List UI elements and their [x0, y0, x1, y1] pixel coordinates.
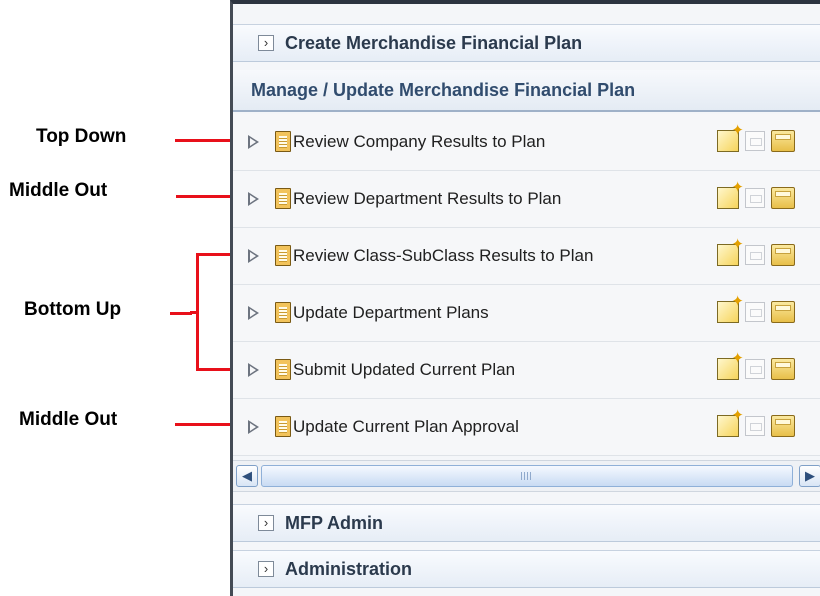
- task-row[interactable]: Update Current Plan Approval: [233, 399, 820, 456]
- open-folder-icon[interactable]: [771, 130, 795, 152]
- annotation-line-bottom-up: [170, 312, 192, 315]
- task-row[interactable]: Update Department Plans: [233, 285, 820, 342]
- task-document-icon: [275, 416, 291, 437]
- new-workbook-icon[interactable]: [717, 349, 744, 380]
- open-folder-icon[interactable]: [771, 187, 795, 209]
- accordion-mfp-admin-label: MFP Admin: [285, 513, 383, 533]
- scroll-left-button[interactable]: ◀: [236, 465, 258, 487]
- task-panel: › Create Merchandise Financial Plan Mana…: [230, 0, 820, 596]
- open-folder-icon[interactable]: [771, 415, 795, 437]
- horizontal-scrollbar[interactable]: ◀ ▶: [233, 460, 820, 492]
- annotation-line-middle-out-1: [176, 195, 233, 198]
- open-folder-icon[interactable]: [771, 244, 795, 266]
- open-folder-icon[interactable]: [771, 358, 795, 380]
- accordion-create-plan[interactable]: › Create Merchandise Financial Plan: [233, 24, 820, 62]
- bracket-bottom-up-bottom: [196, 368, 233, 371]
- task-label[interactable]: Review Company Results to Plan: [293, 132, 545, 152]
- accordion-administration[interactable]: › Administration: [233, 550, 820, 588]
- blank-page-icon[interactable]: [745, 302, 765, 322]
- section-title: Manage / Update Merchandise Financial Pl…: [251, 80, 636, 100]
- task-document-icon: [275, 359, 291, 380]
- blank-page-icon[interactable]: [745, 416, 765, 436]
- task-document-icon: [275, 188, 291, 209]
- annotation-line-middle-out-2: [175, 423, 233, 426]
- annotation-line-top-down: [175, 139, 233, 142]
- task-label[interactable]: Update Current Plan Approval: [293, 417, 519, 437]
- task-document-icon: [275, 302, 291, 323]
- accordion-create-plan-label: Create Merchandise Financial Plan: [285, 33, 583, 53]
- new-workbook-icon[interactable]: [717, 235, 744, 266]
- task-row[interactable]: Review Class-SubClass Results to Plan: [233, 228, 820, 285]
- task-label[interactable]: Submit Updated Current Plan: [293, 360, 515, 380]
- new-workbook-icon[interactable]: [717, 121, 744, 152]
- grip-icon: [521, 472, 533, 480]
- accordion-administration-label: Administration: [285, 559, 413, 579]
- task-row[interactable]: Review Department Results to Plan: [233, 171, 820, 228]
- chevron-right-icon: ›: [258, 35, 274, 51]
- task-label[interactable]: Review Class-SubClass Results to Plan: [293, 246, 593, 266]
- scroll-thumb[interactable]: [261, 465, 793, 487]
- expand-triangle-icon[interactable]: [248, 363, 259, 377]
- annotation-top-down: Top Down: [36, 126, 127, 147]
- open-folder-icon[interactable]: [771, 301, 795, 323]
- task-document-icon: [275, 245, 291, 266]
- scroll-right-button[interactable]: ▶: [799, 465, 820, 487]
- annotation-bottom-up: Bottom Up: [24, 299, 122, 320]
- new-workbook-icon[interactable]: [717, 292, 744, 323]
- accordion-mfp-admin[interactable]: › MFP Admin: [233, 504, 820, 542]
- task-row[interactable]: Submit Updated Current Plan: [233, 342, 820, 399]
- annotation-middle-out-2: Middle Out: [19, 409, 118, 430]
- section-manage-update[interactable]: Manage / Update Merchandise Financial Pl…: [233, 70, 820, 112]
- new-workbook-icon[interactable]: [717, 406, 744, 437]
- annotation-middle-out-1: Middle Out: [9, 180, 108, 201]
- blank-page-icon[interactable]: [745, 359, 765, 379]
- chevron-right-icon: ›: [258, 561, 274, 577]
- task-document-icon: [275, 131, 291, 152]
- task-label[interactable]: Review Department Results to Plan: [293, 189, 561, 209]
- expand-triangle-icon[interactable]: [248, 420, 259, 434]
- expand-triangle-icon[interactable]: [248, 249, 259, 263]
- expand-triangle-icon[interactable]: [248, 192, 259, 206]
- chevron-right-icon: ›: [258, 515, 274, 531]
- blank-page-icon[interactable]: [745, 131, 765, 151]
- task-row[interactable]: Review Company Results to Plan: [233, 114, 820, 171]
- task-label[interactable]: Update Department Plans: [293, 303, 489, 323]
- new-workbook-icon[interactable]: [717, 178, 744, 209]
- bracket-bottom-up-tip: [190, 311, 198, 314]
- expand-triangle-icon[interactable]: [248, 135, 259, 149]
- blank-page-icon[interactable]: [745, 245, 765, 265]
- bracket-bottom-up-top: [196, 253, 233, 256]
- expand-triangle-icon[interactable]: [248, 306, 259, 320]
- blank-page-icon[interactable]: [745, 188, 765, 208]
